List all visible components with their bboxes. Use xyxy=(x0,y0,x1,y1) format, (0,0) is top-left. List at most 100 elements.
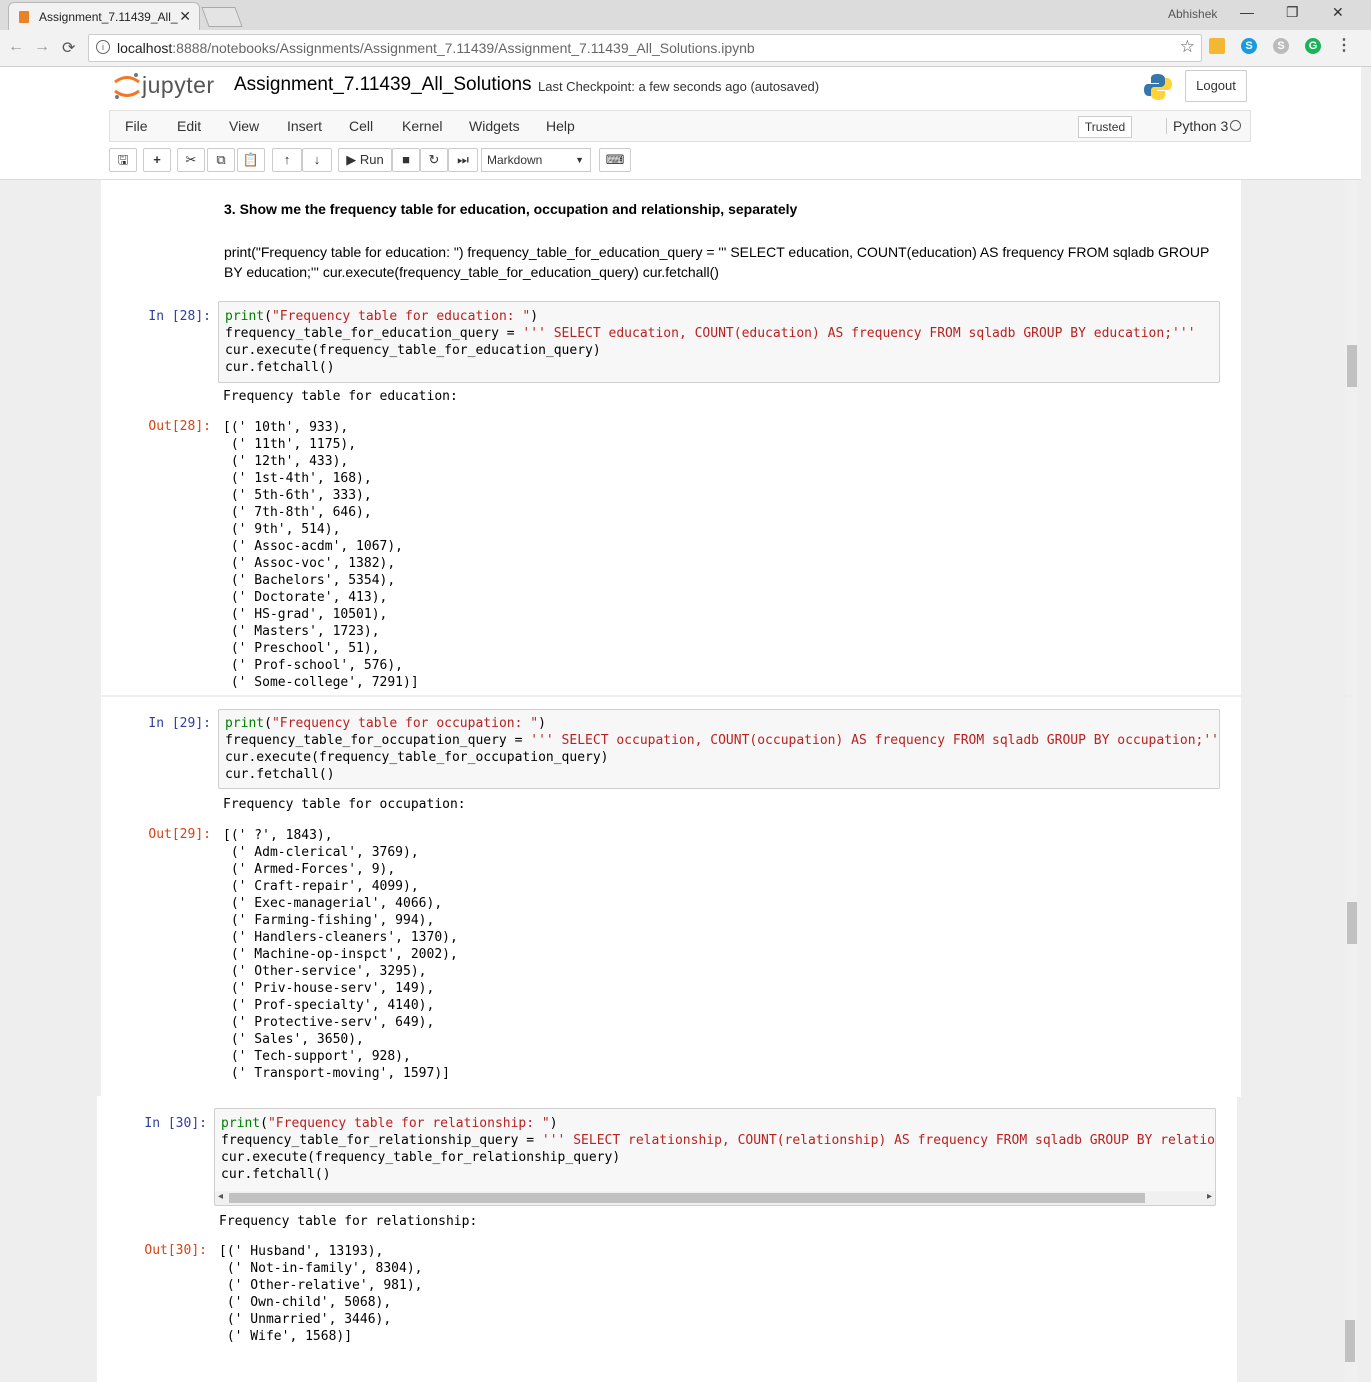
maximize-icon[interactable]: ❐ xyxy=(1286,4,1299,21)
code-line: cur.fetchall() xyxy=(225,360,335,375)
run-button[interactable]: ▶︎ Run xyxy=(338,148,392,172)
forward-icon[interactable]: → xyxy=(34,38,50,56)
restart-button[interactable]: ↻ xyxy=(420,148,448,172)
menu-kernel[interactable]: Kernel xyxy=(402,118,442,134)
code-punct: ) xyxy=(530,309,539,324)
menu-file[interactable]: File xyxy=(125,118,148,134)
output-prompt: Out[28]: xyxy=(148,419,211,434)
skype-icon[interactable]: S xyxy=(1241,38,1257,54)
new-tab-button[interactable] xyxy=(201,7,243,27)
scrollbar-thumb[interactable] xyxy=(1347,345,1357,387)
markdown-text-line-2: BY education;''' cur.execute(frequency_t… xyxy=(224,264,719,280)
code-cell-input[interactable]: print("Frequency table for relationship:… xyxy=(214,1108,1216,1206)
stdout-output: Frequency table for relationship: xyxy=(219,1214,478,1229)
menu-help[interactable]: Help xyxy=(546,118,575,134)
code-cell-input[interactable]: print("Frequency table for occupation: "… xyxy=(218,709,1220,789)
notebook-container: 3. Show me the frequency table for educa… xyxy=(101,180,1241,695)
copy-button[interactable]: ⧉ xyxy=(207,148,235,172)
bookmark-star-icon[interactable]: ☆ xyxy=(1180,37,1195,57)
scrollbar[interactable] xyxy=(1345,1096,1357,1382)
chevron-down-icon: ▼ xyxy=(575,155,584,165)
scroll-right-icon[interactable]: ▸ xyxy=(1207,1191,1212,1202)
scrollbar-thumb[interactable] xyxy=(1347,902,1357,944)
code-punct: ) xyxy=(549,1116,558,1131)
code-string: ''' SELECT relationship, COUNT(relations… xyxy=(541,1133,1216,1148)
skype-grey-icon[interactable]: S xyxy=(1273,38,1289,54)
result-output: [(' ?', 1843), (' Adm-clerical', 3769), … xyxy=(223,828,458,1081)
scrollbar[interactable] xyxy=(1345,180,1357,695)
window-close-icon[interactable]: ✕ xyxy=(1332,4,1344,21)
python-logo-icon xyxy=(1144,74,1172,100)
result-output: [(' Husband', 13193), (' Not-in-family',… xyxy=(219,1244,423,1344)
browser-tab-bar: Assignment_7.11439_All_ ✕ Abhishek — ❐ ✕ xyxy=(0,0,1371,31)
url-host: localhost xyxy=(117,40,173,56)
scrollbar-thumb[interactable] xyxy=(1345,1320,1355,1362)
code-keyword: print xyxy=(225,716,265,731)
url-input[interactable]: i localhost:8888/notebooks/Assignments/A… xyxy=(88,34,1202,62)
code-line: frequency_table_for_relationship_query =… xyxy=(221,1133,1216,1148)
code-line: cur.execute(frequency_table_for_educatio… xyxy=(225,343,601,358)
code-line: frequency_table_for_occupation_query = '… xyxy=(225,733,1219,748)
code-line: cur.execute(frequency_table_for_occupati… xyxy=(225,750,609,765)
menu-insert[interactable]: Insert xyxy=(287,118,322,134)
input-prompt: In [28]: xyxy=(148,309,211,324)
input-prompt: In [29]: xyxy=(148,716,211,731)
stdout-output: Frequency table for education: xyxy=(223,389,458,404)
run-icon: ▶︎ xyxy=(346,152,360,167)
menu-widgets[interactable]: Widgets xyxy=(469,118,520,134)
kernel-idle-indicator-icon xyxy=(1230,120,1241,131)
paste-button[interactable]: 📋 xyxy=(237,148,265,172)
stdout-output: Frequency table for occupation: xyxy=(223,797,466,812)
code-keyword: print xyxy=(221,1116,261,1131)
checkpoint-status: Last Checkpoint: a few seconds ago (auto… xyxy=(538,79,820,94)
profile-name[interactable]: Abhishek xyxy=(1168,7,1217,21)
trusted-indicator[interactable]: Trusted xyxy=(1078,116,1132,138)
code-punct: ( xyxy=(260,1116,268,1131)
save-button[interactable]: 🖫 xyxy=(109,148,137,172)
code-punct: ( xyxy=(264,716,272,731)
restart-run-all-button[interactable]: ⏭ xyxy=(448,148,478,172)
logout-button[interactable]: Logout xyxy=(1185,70,1247,102)
code-cell-input[interactable]: print("Frequency table for education: ")… xyxy=(218,301,1220,383)
code-punct: ) xyxy=(538,716,546,731)
address-bar-row: ← → ⟳ i localhost:8888/notebooks/Assignm… xyxy=(0,30,1371,67)
close-tab-icon[interactable]: ✕ xyxy=(179,8,191,25)
extension-pen-icon[interactable] xyxy=(1209,38,1225,54)
browser-tab[interactable]: Assignment_7.11439_All_ ✕ xyxy=(8,2,200,31)
output-prompt: Out[29]: xyxy=(148,827,211,842)
interrupt-button[interactable]: ■ xyxy=(392,148,420,172)
notebook-container: In [30]: print("Frequency table for rela… xyxy=(97,1096,1237,1382)
code-line: cur.fetchall() xyxy=(221,1167,331,1182)
scrollbar[interactable] xyxy=(1345,697,1357,1097)
horizontal-scrollbar[interactable]: ◂ ▸ xyxy=(215,1191,1215,1205)
cell-type-select[interactable]: Markdown ▼ xyxy=(481,148,591,172)
menu-view[interactable]: View xyxy=(229,118,259,134)
info-icon[interactable]: i xyxy=(96,40,110,54)
menu-edit[interactable]: Edit xyxy=(177,118,201,134)
move-down-button[interactable]: ↓ xyxy=(302,148,332,172)
code-keyword: print xyxy=(225,309,265,324)
run-label: Run xyxy=(359,152,384,167)
code-text: frequency_table_for_education_query = xyxy=(225,326,523,341)
command-palette-button[interactable]: ⌨ xyxy=(599,148,631,172)
insert-cell-button[interactable]: + xyxy=(143,148,171,172)
horizontal-scrollbar-thumb[interactable] xyxy=(229,1193,1145,1203)
reload-icon[interactable]: ⟳ xyxy=(62,38,75,58)
url-text: localhost:8888/notebooks/Assignments/Ass… xyxy=(117,40,755,56)
scroll-left-icon[interactable]: ◂ xyxy=(218,1191,223,1202)
code-text: frequency_table_for_relationship_query = xyxy=(221,1133,542,1148)
code-line: print("Frequency table for education: ") xyxy=(225,309,538,324)
move-up-button[interactable]: ↑ xyxy=(272,148,302,172)
chrome-menu-icon[interactable]: ⋮ xyxy=(1336,38,1352,54)
menu-cell[interactable]: Cell xyxy=(349,118,373,134)
code-line: print("Frequency table for occupation: "… xyxy=(225,716,546,731)
minimize-icon[interactable]: — xyxy=(1240,4,1254,20)
notebook-title[interactable]: Assignment_7.11439_All_Solutions xyxy=(234,74,532,96)
output-prompt: Out[30]: xyxy=(144,1243,207,1258)
cut-button[interactable]: ✂ xyxy=(177,148,205,172)
tab-title: Assignment_7.11439_All_ xyxy=(39,10,178,24)
grammarly-icon[interactable]: G xyxy=(1305,38,1321,54)
jupyter-logo-icon[interactable] xyxy=(112,71,142,101)
back-icon[interactable]: ← xyxy=(8,38,24,56)
code-line: cur.fetchall() xyxy=(225,767,335,782)
